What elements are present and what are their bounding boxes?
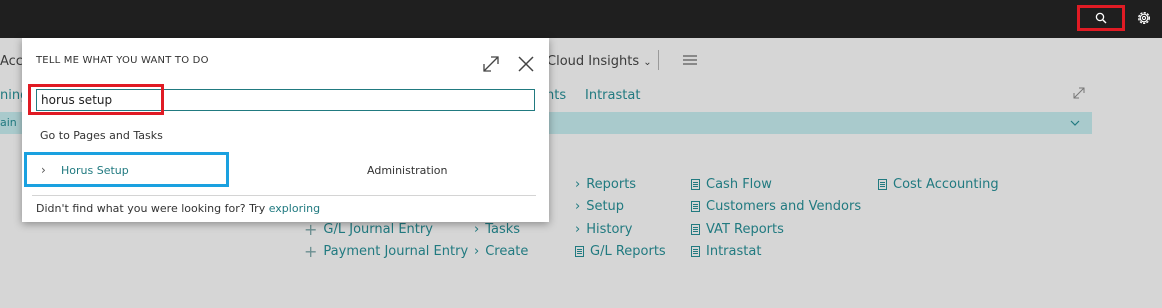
chevron-right-icon: ›	[474, 244, 480, 259]
report-cash-flow[interactable]: Cash Flow	[691, 177, 772, 192]
nav-divider	[658, 50, 659, 70]
expand-page-icon[interactable]	[1072, 86, 1086, 100]
divider	[32, 195, 536, 196]
report-intrastat[interactable]: Intrastat	[691, 244, 761, 259]
menu-icon[interactable]	[683, 55, 697, 65]
exploring-link[interactable]: exploring	[269, 202, 320, 215]
chevron-right-icon: ›	[575, 222, 581, 237]
gear-icon[interactable]	[1135, 9, 1153, 27]
result-label: Horus Setup	[61, 164, 129, 177]
chevron-right-icon: ›	[41, 163, 46, 177]
group-tasks[interactable]: › Tasks	[474, 222, 520, 237]
report-cost-accounting[interactable]: Cost Accounting	[878, 177, 999, 192]
group-heading: Go to Pages and Tasks	[40, 129, 163, 142]
tell-me-dialog: TELL ME WHAT YOU WANT TO DO Go to Pages …	[22, 38, 549, 222]
footer-text: Didn't find what you were looking for? T…	[36, 202, 269, 215]
search-highlight-box	[28, 84, 164, 115]
report-icon	[691, 179, 700, 190]
report-icon	[575, 246, 584, 257]
group-setup[interactable]: › Setup	[575, 199, 624, 214]
chevron-right-icon: ›	[474, 222, 480, 237]
action-payment-journal-entry[interactable]: + Payment Journal Entry	[304, 242, 468, 261]
report-icon	[691, 201, 700, 212]
dialog-title: TELL ME WHAT YOU WANT TO DO	[36, 55, 209, 66]
report-icon	[691, 224, 700, 235]
search-button[interactable]	[1077, 5, 1125, 31]
report-gl-reports[interactable]: G/L Reports	[575, 244, 666, 259]
report-icon	[878, 179, 887, 190]
expand-icon[interactable]	[481, 54, 501, 74]
chevron-right-icon: ›	[575, 199, 581, 214]
report-icon	[691, 246, 700, 257]
chevron-right-icon: ›	[575, 177, 581, 192]
report-customers-vendors[interactable]: Customers and Vendors	[691, 199, 861, 214]
result-category: Administration	[367, 164, 448, 177]
action-intrastat[interactable]: Intrastat	[585, 88, 640, 103]
group-create[interactable]: › Create	[474, 244, 528, 259]
search-icon	[1095, 12, 1107, 24]
dialog-footer: Didn't find what you were looking for? T…	[36, 202, 320, 215]
group-reports[interactable]: › Reports	[575, 177, 636, 192]
close-icon[interactable]	[516, 54, 536, 74]
plus-icon: +	[304, 220, 318, 239]
group-history[interactable]: › History	[575, 222, 632, 237]
action-partial-ents[interactable]: nts	[546, 88, 566, 103]
top-bar	[0, 0, 1162, 38]
report-vat-reports[interactable]: VAT Reports	[691, 222, 784, 237]
section-bar-label: ain	[0, 116, 17, 129]
chevron-down-icon	[1070, 120, 1080, 126]
nav-item-cloud-insights[interactable]: Cloud Insights ⌄	[547, 54, 652, 69]
plus-icon: +	[304, 242, 318, 261]
search-result-horus-setup[interactable]: › Horus Setup	[24, 152, 229, 187]
action-gl-journal-entry[interactable]: + G/L Journal Entry	[304, 220, 433, 239]
